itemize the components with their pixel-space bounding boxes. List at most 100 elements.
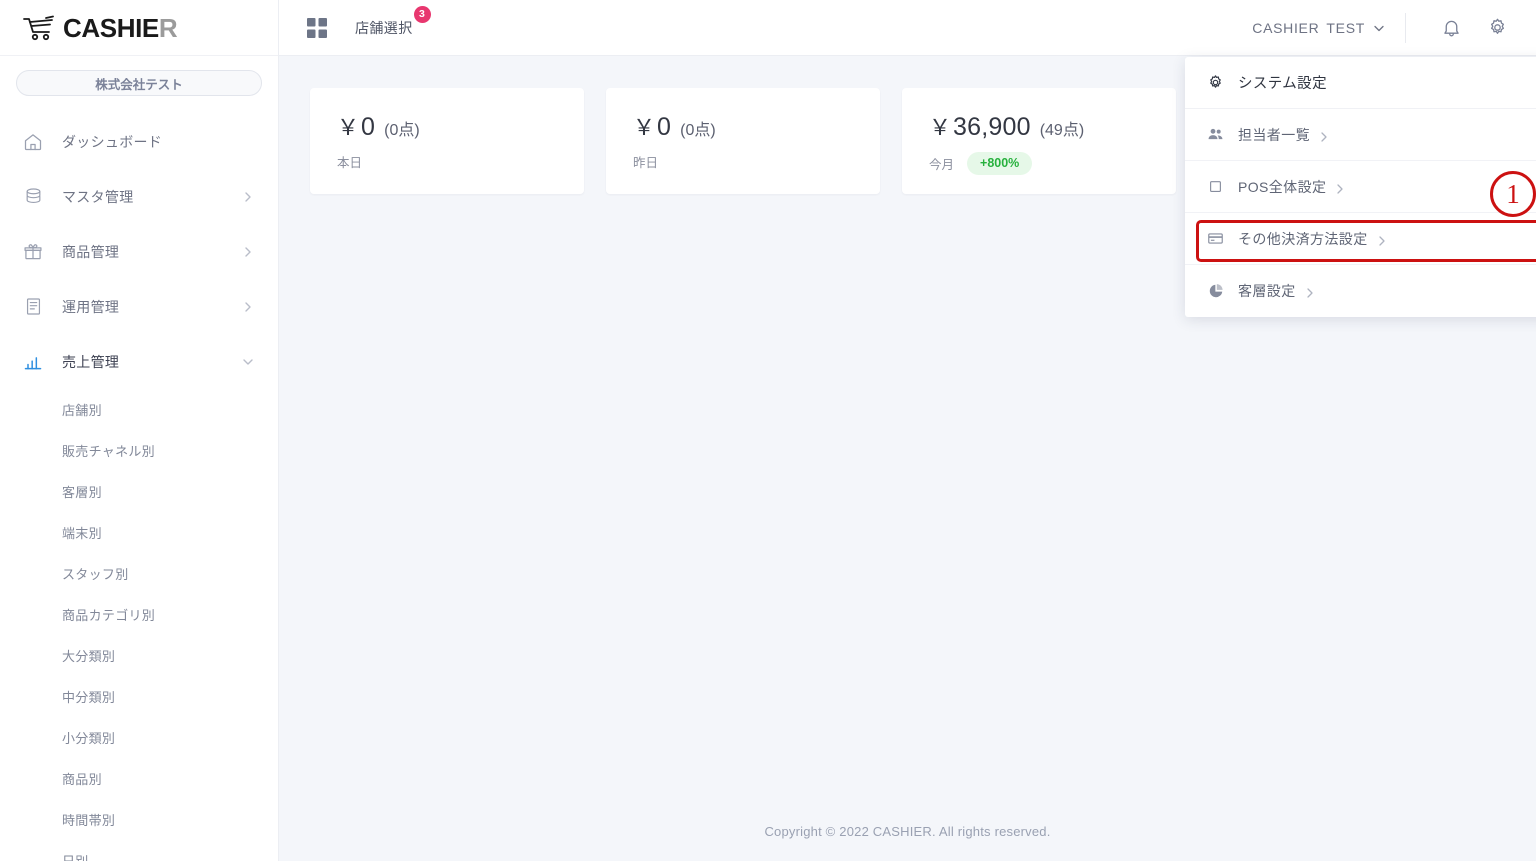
dropdown-item-customer-segment-settings[interactable]: 客層設定 (1185, 265, 1536, 317)
sidebar-nav: ダッシュボード マスタ管理 商品管理 運用管理 売上管理 店舗別 販売チャネル別… (0, 114, 278, 861)
currency-symbol: ￥ (929, 115, 952, 140)
logo-text-tail: R (158, 12, 178, 43)
card-quantity: (0点) (384, 122, 420, 139)
sidebar-subitem-product-category[interactable]: 商品カテゴリ別 (0, 594, 278, 635)
currency-symbol: ￥ (633, 115, 656, 140)
main-area: 店舗選択 3 CASHIER TEST ￥ 0 (0点) 本日 ￥ 0 (0点)… (279, 0, 1536, 861)
logo-text: CASHIER (63, 12, 178, 43)
card-value: 0 (657, 113, 672, 141)
store-select-label: 店舗選択 (355, 19, 413, 36)
dropdown-item-staff-list[interactable]: 担当者一覧 (1185, 109, 1536, 161)
notifications-button[interactable] (1434, 11, 1468, 45)
logo-text-main: CASHIE (63, 12, 159, 43)
card-amount: ￥ 0 (0点) (337, 110, 584, 142)
square-icon (1207, 178, 1224, 195)
company-selector[interactable]: 株式会社テスト (16, 70, 262, 96)
sidebar-item-label: 商品管理 (62, 243, 120, 260)
summary-card-this-month: ￥ 36,900 (49点) 今月 +800% (902, 88, 1176, 194)
card-quantity: (0点) (680, 122, 716, 139)
bar-chart-icon (22, 351, 44, 373)
sidebar-subitem-staff[interactable]: スタッフ別 (0, 553, 278, 594)
card-delta-badge: +800% (967, 152, 1033, 175)
sidebar-subitem-timeslot[interactable]: 時間帯別 (0, 799, 278, 840)
dropdown-item-label: 客層設定 (1238, 283, 1296, 299)
database-icon (22, 186, 44, 208)
chevron-right-icon (1335, 182, 1345, 194)
store-count-badge: 3 (413, 5, 431, 23)
chevron-right-icon (245, 246, 251, 257)
logo[interactable]: CASHIER (0, 0, 278, 56)
sidebar-item-label: ダッシュボード (62, 133, 163, 150)
shopping-cart-icon (23, 15, 54, 40)
dropdown-header-label: システム設定 (1238, 76, 1327, 92)
card-footer: 今月 +800% (929, 152, 1176, 175)
gear-icon (1490, 18, 1504, 34)
credit-card-icon (1207, 230, 1224, 247)
chevron-right-icon (245, 191, 251, 202)
card-footer: 本日 (337, 152, 584, 171)
sidebar-subnav-sales: 店舗別 販売チャネル別 客層別 端末別 スタッフ別 商品カテゴリ別 大分類別 中… (0, 389, 278, 861)
chevron-down-icon (243, 358, 253, 365)
document-icon (22, 296, 44, 318)
summary-card-today: ￥ 0 (0点) 本日 (310, 88, 584, 194)
sidebar-subitem-store[interactable]: 店舗別 (0, 389, 278, 430)
sidebar-item-label: 運用管理 (62, 298, 120, 315)
footer-copyright: Copyright © 2022 CASHIER. All rights res… (764, 824, 1051, 839)
sidebar-item-operations[interactable]: 運用管理 (0, 279, 278, 334)
card-footer: 昨日 (633, 152, 880, 171)
store-select-button[interactable]: 店舗選択 3 (355, 5, 431, 38)
dropdown-header: システム設定 (1185, 57, 1536, 109)
sidebar-subitem-channel[interactable]: 販売チャネル別 (0, 430, 278, 471)
sidebar-subitem-terminal[interactable]: 端末別 (0, 512, 278, 553)
sidebar-item-dashboard[interactable]: ダッシュボード (0, 114, 278, 169)
company-name: 株式会社テスト (95, 77, 183, 92)
account-user-name: TEST (1326, 19, 1365, 36)
card-amount: ￥ 0 (0点) (633, 110, 880, 142)
chevron-right-icon (1319, 130, 1329, 142)
card-period-label: 今月 (929, 157, 955, 172)
topbar: 店舗選択 3 CASHIER TEST (279, 0, 1536, 56)
sidebar-item-label: マスタ管理 (62, 188, 134, 205)
bell-icon (1443, 20, 1459, 37)
sidebar-item-label: 売上管理 (62, 353, 120, 370)
topbar-right: CASHIER TEST (1252, 0, 1514, 55)
chevron-right-icon (245, 301, 251, 312)
card-value: 36,900 (953, 113, 1031, 141)
currency-symbol: ￥ (337, 115, 360, 140)
sidebar-item-products[interactable]: 商品管理 (0, 224, 278, 279)
dropdown-item-other-payment-methods[interactable]: その他決済方法設定 (1185, 213, 1536, 265)
card-amount: ￥ 36,900 (49点) (929, 110, 1176, 142)
card-period-label: 昨日 (633, 156, 659, 170)
card-quantity: (49点) (1039, 122, 1085, 139)
dropdown-item-label: その他決済方法設定 (1238, 230, 1368, 247)
pie-chart-icon (1207, 283, 1224, 300)
grid-icon[interactable] (307, 17, 327, 38)
account-menu-button[interactable]: CASHIER TEST (1252, 20, 1405, 36)
dropdown-item-pos-settings[interactable]: POS全体設定 (1185, 161, 1536, 213)
dropdown-item-label: 担当者一覧 (1238, 126, 1310, 143)
sidebar-subitem-product[interactable]: 商品別 (0, 758, 278, 799)
account-org-name: CASHIER (1252, 19, 1320, 36)
home-icon (22, 131, 44, 153)
sidebar-subitem-major-category[interactable]: 大分類別 (0, 635, 278, 676)
users-icon (1207, 126, 1224, 143)
sidebar-item-master[interactable]: マスタ管理 (0, 169, 278, 224)
sidebar-subitem-customer-segment[interactable]: 客層別 (0, 471, 278, 512)
chevron-down-icon (1374, 25, 1384, 31)
sidebar: CASHIER 株式会社テスト ダッシュボード マスタ管理 商品管理 運用管理 … (0, 0, 279, 861)
topbar-divider (1405, 12, 1406, 43)
sidebar-subitem-daily[interactable]: 日別 (0, 840, 278, 861)
app-root: CASHIER 株式会社テスト ダッシュボード マスタ管理 商品管理 運用管理 … (0, 0, 1536, 861)
dropdown-item-label: POS全体設定 (1238, 178, 1327, 195)
sidebar-subitem-minor-category[interactable]: 小分類別 (0, 717, 278, 758)
summary-card-yesterday: ￥ 0 (0点) 昨日 (606, 88, 880, 194)
gear-icon (1207, 74, 1224, 91)
chevron-right-icon (1377, 234, 1387, 246)
settings-button[interactable] (1480, 11, 1514, 45)
card-period-label: 本日 (337, 156, 363, 170)
gift-icon (22, 241, 44, 263)
chevron-right-icon (1305, 286, 1315, 298)
settings-dropdown-menu: システム設定 担当者一覧 POS全体設定 その他決済方法設定 客層設定 (1185, 57, 1536, 317)
sidebar-item-sales[interactable]: 売上管理 (0, 334, 278, 389)
sidebar-subitem-middle-category[interactable]: 中分類別 (0, 676, 278, 717)
